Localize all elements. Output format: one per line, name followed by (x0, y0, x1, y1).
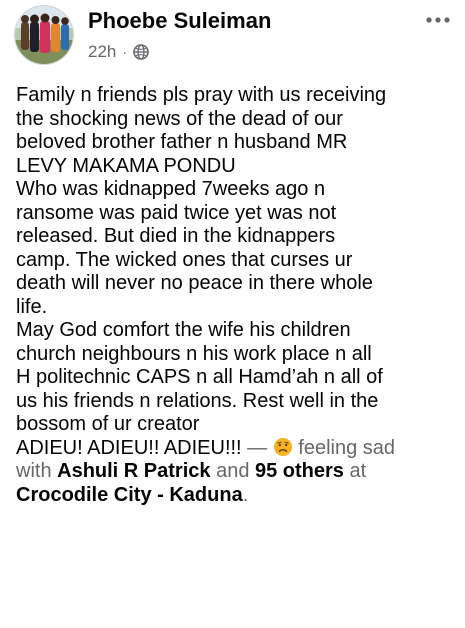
post-header: Phoebe Suleiman 22h · (0, 0, 465, 80)
avatar-photo-icon (15, 6, 73, 64)
author-avatar[interactable] (15, 6, 73, 64)
period-text: . (242, 483, 249, 506)
feeling-text: feeling sad (292, 436, 396, 459)
more-options-button[interactable] (423, 8, 453, 32)
post-meta: 22h · (88, 42, 149, 62)
and-text: and (210, 460, 255, 482)
post-time[interactable]: 22h (88, 42, 116, 62)
activity-line: ADIEU! ADIEU!! ADIEU!!! — feeling sad wit… (16, 437, 458, 508)
post-body: Family n friends pls pray with us receiv… (16, 84, 458, 507)
post-text-paragraph: May God comfort the wife his children ch… (16, 319, 383, 435)
post-text-paragraph: Who was kidnapped 7weeks ago n ransome w… (16, 178, 373, 318)
post-text-paragraph: Family n friends pls pray with us receiv… (16, 84, 387, 177)
more-horizontal-icon (426, 17, 450, 23)
meta-separator: · (122, 44, 128, 60)
tagged-person-link[interactable]: Ashuli R Patrick (57, 460, 210, 482)
sad-face-icon (273, 437, 292, 456)
activity-dash: — (241, 436, 273, 459)
facebook-post: Phoebe Suleiman 22h · Family n friends p… (0, 0, 465, 628)
author-name[interactable]: Phoebe Suleiman (88, 8, 271, 34)
at-text: at (343, 460, 367, 482)
others-link[interactable]: 95 others (255, 460, 344, 482)
with-text: with (16, 460, 58, 482)
post-text-paragraph: ADIEU! ADIEU!! ADIEU!!! (16, 436, 242, 459)
location-link[interactable]: Crocodile City - Kaduna (16, 484, 243, 506)
globe-icon[interactable] (133, 44, 149, 60)
